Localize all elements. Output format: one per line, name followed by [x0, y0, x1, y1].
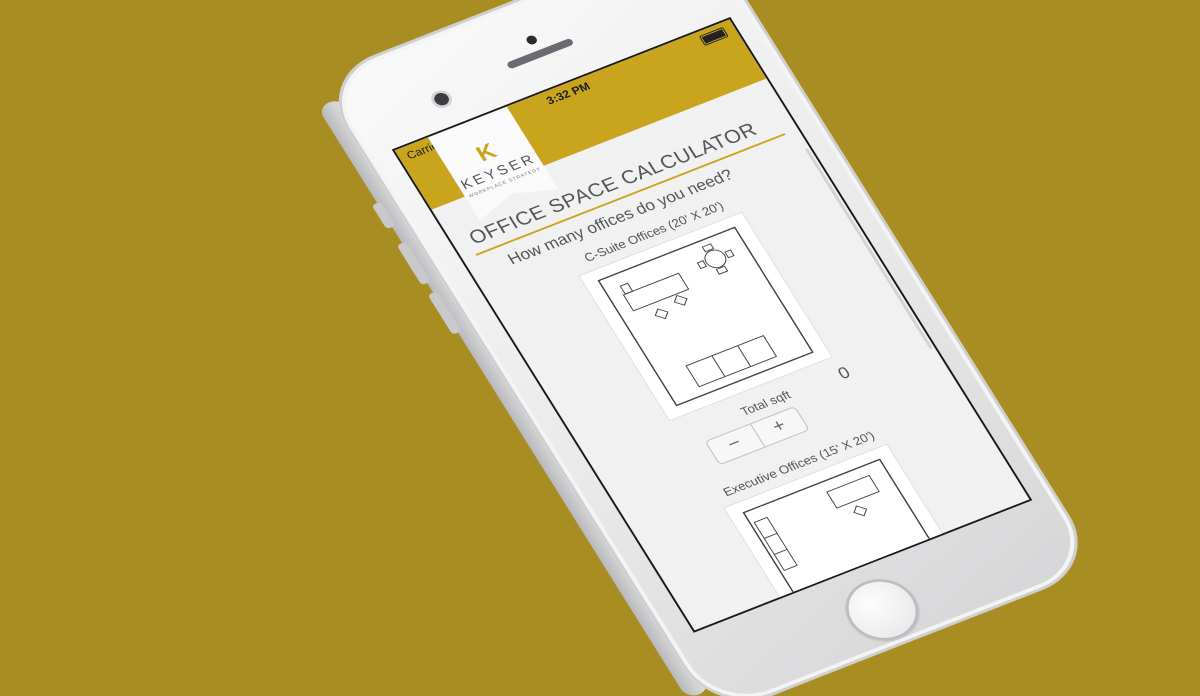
mockup-stage: Carrier ◠ 3:32 PM K KEYSER WORKPLACE STR… — [0, 0, 1200, 696]
c-suite-quantity-stepper[interactable]: − + — [704, 406, 810, 466]
battery-icon — [698, 26, 729, 46]
scroll-indicator[interactable] — [804, 148, 933, 350]
iphone-mockup: Carrier ◠ 3:32 PM K KEYSER WORKPLACE STR… — [315, 0, 1102, 696]
total-sqft-value: 0 — [834, 363, 854, 383]
